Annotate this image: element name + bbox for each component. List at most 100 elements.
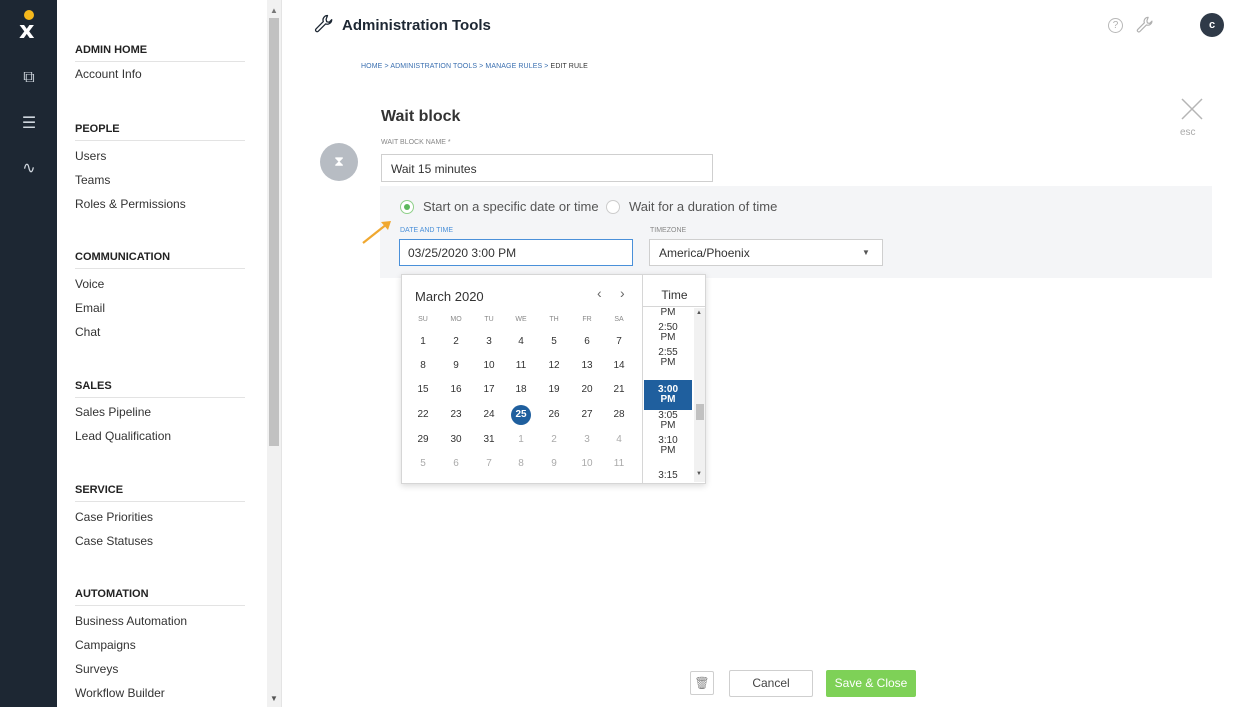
radio-duration-label[interactable]: Wait for a duration of time (629, 199, 777, 214)
calendar-day[interactable]: 30 (446, 430, 466, 450)
sidebar-item-voice[interactable]: Voice (75, 277, 104, 291)
time-option[interactable]: 2:50 PM (644, 323, 692, 343)
section-admin-home[interactable]: ADMIN HOME (75, 44, 281, 62)
calendar-day[interactable]: 10 (479, 356, 499, 376)
calendar-day[interactable]: 7 (609, 332, 629, 352)
sidebar-item-roles[interactable]: Roles & Permissions (75, 197, 186, 211)
tools-icon[interactable] (1136, 16, 1154, 34)
calendar-day[interactable]: 3 (479, 332, 499, 352)
calendar-day[interactable]: 23 (446, 405, 466, 425)
list-icon[interactable]: ☰ (18, 112, 40, 134)
time-scroll-thumb[interactable] (696, 404, 704, 420)
sidebar-item-users[interactable]: Users (75, 149, 106, 163)
avatar[interactable]: c (1200, 13, 1224, 37)
sidebar-item-case-priorities[interactable]: Case Priorities (75, 510, 153, 524)
sidebar-item-business-automation[interactable]: Business Automation (75, 614, 187, 628)
time-scroll-down-icon[interactable]: ▼ (696, 471, 702, 477)
wait-block-name-input[interactable]: Wait 15 minutes (381, 154, 713, 182)
sidebar-item-sales-pipeline[interactable]: Sales Pipeline (75, 405, 151, 419)
sidebar-item-chat[interactable]: Chat (75, 325, 100, 339)
section-sales[interactable]: SALES (75, 380, 281, 398)
time-option[interactable]: 3:00 PM (644, 380, 692, 410)
copy-icon[interactable]: ⧉ (18, 66, 40, 88)
cancel-button[interactable]: Cancel (729, 670, 813, 697)
calendar-day[interactable]: 1 (511, 430, 531, 450)
calendar-day[interactable]: 15 (413, 380, 433, 400)
calendar-day[interactable]: 9 (544, 454, 564, 474)
chevron-left-icon[interactable]: ‹ (597, 285, 602, 301)
calendar-day[interactable]: 12 (544, 356, 564, 376)
datetime-input[interactable]: 03/25/2020 3:00 PM (399, 239, 633, 266)
chevron-right-icon[interactable]: › (620, 285, 625, 301)
breadcrumb-home[interactable]: HOME (361, 63, 382, 70)
calendar-day[interactable]: 16 (446, 380, 466, 400)
app-logo[interactable]: x (17, 10, 41, 44)
scroll-up-icon[interactable]: ▲ (270, 6, 278, 15)
calendar-day[interactable]: 14 (609, 356, 629, 376)
time-option[interactable]: 3:15 (644, 471, 692, 481)
time-option[interactable]: 3:05 PM (644, 411, 692, 431)
analytics-icon[interactable]: ∿ (18, 157, 40, 179)
sidebar-item-surveys[interactable]: Surveys (75, 662, 118, 676)
calendar-day[interactable]: 3 (577, 430, 597, 450)
close-icon[interactable] (1180, 97, 1204, 121)
calendar-day[interactable]: 5 (413, 454, 433, 474)
calendar-day[interactable]: 5 (544, 332, 564, 352)
radio-specific-date[interactable] (400, 200, 414, 214)
calendar-day[interactable]: 19 (544, 380, 564, 400)
sidebar-item-teams[interactable]: Teams (75, 173, 110, 187)
calendar-day[interactable]: 24 (479, 405, 499, 425)
calendar-day[interactable]: 4 (609, 430, 629, 450)
calendar-day[interactable]: 25 (511, 405, 531, 425)
sidebar-item-workflow-builder[interactable]: Workflow Builder (75, 686, 165, 700)
chevron-down-icon[interactable]: ▼ (862, 248, 870, 257)
calendar-day[interactable]: 17 (479, 380, 499, 400)
section-people[interactable]: PEOPLE (75, 123, 281, 141)
scroll-down-icon[interactable]: ▼ (270, 694, 278, 703)
time-scroll-up-icon[interactable]: ▲ (696, 310, 702, 316)
calendar-day[interactable]: 2 (446, 332, 466, 352)
calendar-day[interactable]: 7 (479, 454, 499, 474)
calendar-day[interactable]: 4 (511, 332, 531, 352)
sidebar-item-account-info[interactable]: Account Info (75, 67, 142, 81)
sidebar-item-campaigns[interactable]: Campaigns (75, 638, 136, 652)
calendar-day[interactable]: 10 (577, 454, 597, 474)
calendar-day[interactable]: 20 (577, 380, 597, 400)
calendar-day[interactable]: 18 (511, 380, 531, 400)
timezone-select[interactable]: America/Phoenix (649, 239, 883, 266)
calendar-day[interactable]: 9 (446, 356, 466, 376)
calendar-day[interactable]: 31 (479, 430, 499, 450)
radio-specific-date-label[interactable]: Start on a specific date or time (423, 199, 599, 214)
help-icon[interactable]: ? (1108, 18, 1123, 33)
calendar-day[interactable]: 8 (413, 356, 433, 376)
calendar-day[interactable]: 11 (511, 356, 531, 376)
radio-duration[interactable] (606, 200, 620, 214)
calendar-day[interactable]: 1 (413, 332, 433, 352)
time-option[interactable]: 3:10 PM (644, 436, 692, 456)
breadcrumb-manage-rules[interactable]: MANAGE RULES (485, 63, 542, 70)
time-option[interactable]: 2:55 PM (644, 348, 692, 368)
delete-button[interactable]: 🗑 (690, 671, 714, 695)
calendar-day[interactable]: 2 (544, 430, 564, 450)
time-scrollbar[interactable] (694, 308, 705, 482)
sidebar-item-email[interactable]: Email (75, 301, 105, 315)
calendar-day[interactable]: 11 (609, 454, 629, 474)
calendar-day[interactable]: 8 (511, 454, 531, 474)
calendar-day[interactable]: 26 (544, 405, 564, 425)
calendar-day[interactable]: 27 (577, 405, 597, 425)
save-close-button[interactable]: Save & Close (826, 670, 916, 697)
calendar-day[interactable]: 22 (413, 405, 433, 425)
sidebar-item-case-statuses[interactable]: Case Statuses (75, 534, 153, 548)
sidebar-item-lead-qualification[interactable]: Lead Qualification (75, 429, 171, 443)
calendar-day[interactable]: 29 (413, 430, 433, 450)
section-automation[interactable]: AUTOMATION (75, 588, 281, 606)
calendar-day[interactable]: 6 (446, 454, 466, 474)
sidebar-scroll-thumb[interactable] (269, 18, 279, 446)
calendar-day[interactable]: 6 (577, 332, 597, 352)
section-communication[interactable]: COMMUNICATION (75, 251, 281, 269)
calendar-day[interactable]: 21 (609, 380, 629, 400)
time-option[interactable]: PM (644, 308, 692, 318)
breadcrumb-admin-tools[interactable]: ADMINISTRATION TOOLS (390, 63, 477, 70)
calendar-day[interactable]: 13 (577, 356, 597, 376)
calendar-day[interactable]: 28 (609, 405, 629, 425)
